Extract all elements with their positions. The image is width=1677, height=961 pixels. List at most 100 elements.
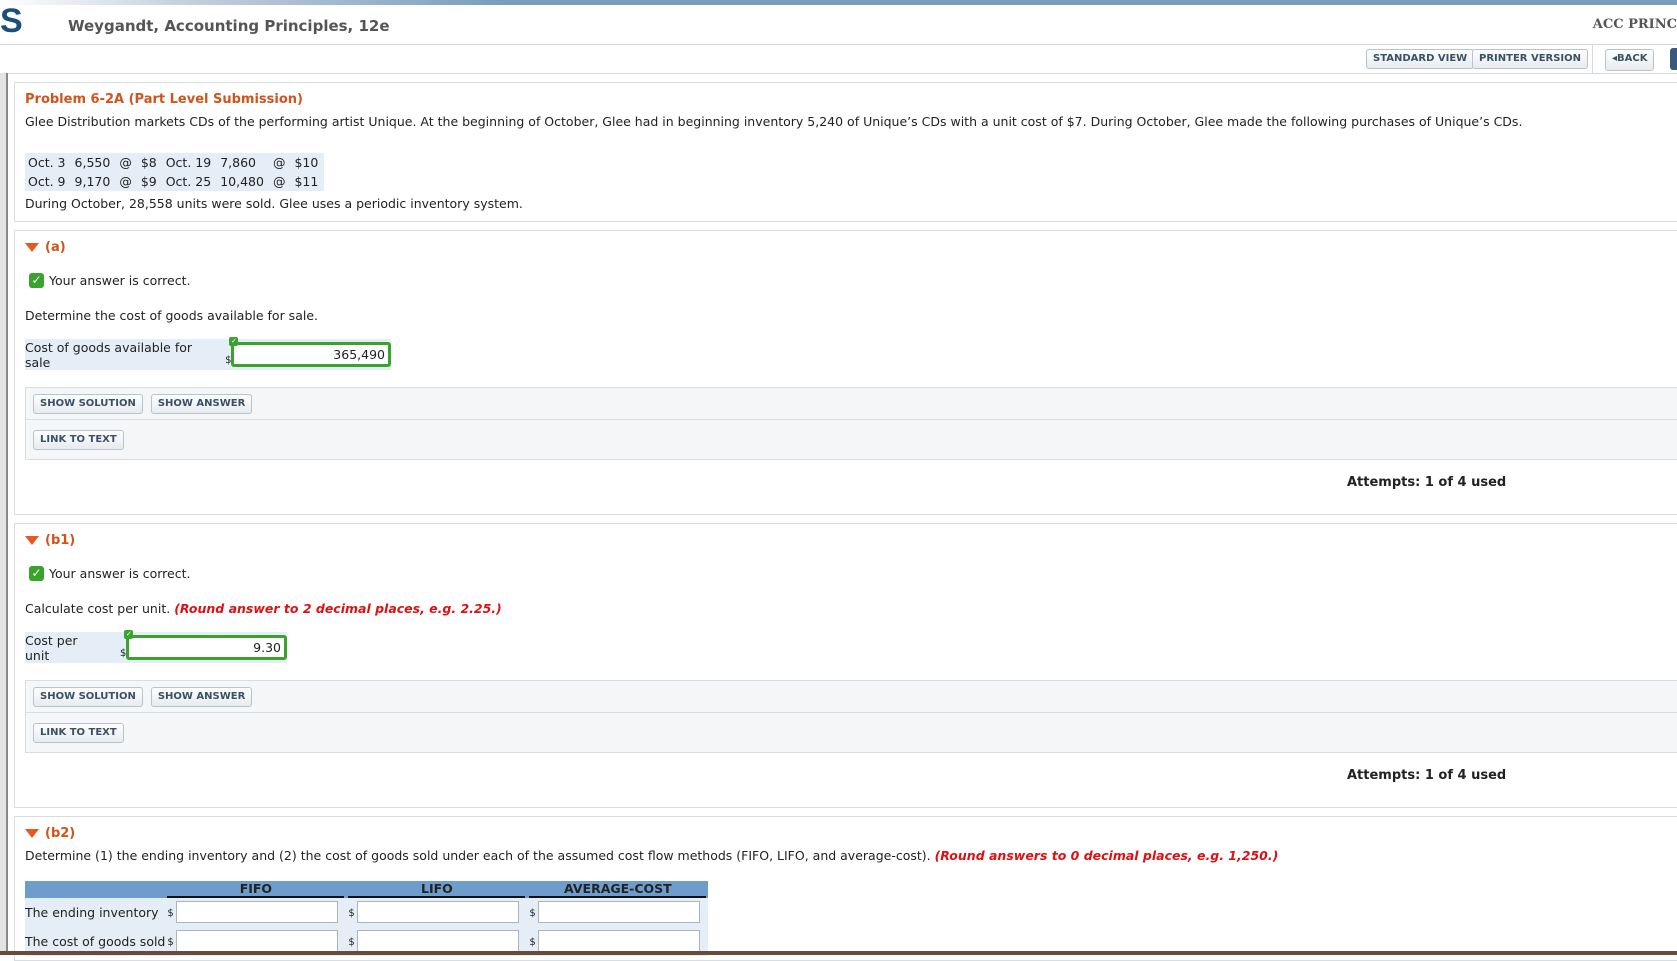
average-cost-ending-inventory-input[interactable] xyxy=(537,900,700,923)
currency-symbol: $ xyxy=(529,936,536,948)
part-a-panel: (a) ✓ Your answer is correct. Determine t… xyxy=(14,230,1677,515)
table-header-row: FIFO LIFO AVERAGE-COST xyxy=(25,881,709,898)
instruction-text: Calculate cost per unit. xyxy=(25,601,171,616)
solution-toolbar: SHOW SOLUTION SHOW ANSWER LINK TO TEXT xyxy=(25,680,1677,753)
divider xyxy=(1592,45,1593,73)
lifo-cogs-input[interactable] xyxy=(356,929,519,952)
part-a-toggle[interactable]: (a) xyxy=(25,240,66,255)
fifo-cogs-input[interactable] xyxy=(175,929,338,952)
show-solution-button[interactable]: SHOW SOLUTION xyxy=(33,686,143,707)
cell: $11 xyxy=(294,174,319,189)
cell: $8 xyxy=(140,155,157,170)
table-row: Oct. 9 9,170 @ $9 Oct. 25 10,480 @ $11 xyxy=(25,172,324,191)
taskbar xyxy=(0,951,1677,955)
cell: Oct. 3 xyxy=(28,155,66,170)
cell: 10,480 xyxy=(220,174,264,189)
check-icon: ✓ xyxy=(29,566,44,581)
cost-flow-table: FIFO LIFO AVERAGE-COST The ending invent… xyxy=(25,881,709,956)
cell: @ xyxy=(119,155,132,170)
currency-symbol: $ xyxy=(348,936,355,948)
column-header: AVERAGE-COST xyxy=(527,881,709,898)
instruction: Calculate cost per unit. (Round answer t… xyxy=(25,601,502,616)
correct-status: ✓ Your answer is correct. xyxy=(29,566,190,581)
rounding-hint: (Round answers to 0 decimal places, e.g.… xyxy=(934,848,1279,863)
cell: $10 xyxy=(294,155,319,170)
next-button[interactable] xyxy=(1670,48,1677,70)
column-label: FIFO xyxy=(167,881,345,898)
sold-text: During October, 28,558 units were sold. … xyxy=(25,196,523,211)
input-value: 365,490 xyxy=(333,347,385,362)
collapse-triangle-icon xyxy=(25,536,39,545)
currency-symbol: $ xyxy=(167,936,174,948)
cell: $ xyxy=(346,898,528,927)
show-answer-button[interactable]: SHOW ANSWER xyxy=(150,686,253,707)
instruction-text: Determine (1) the ending inventory and (… xyxy=(25,848,931,863)
divider xyxy=(0,73,1677,74)
status-text: Your answer is correct. xyxy=(49,566,191,581)
back-button[interactable]: ◂BACK xyxy=(1605,49,1655,71)
part-b2-panel: (b2) Determine (1) the ending inventory … xyxy=(14,816,1677,961)
part-b2-toggle[interactable]: (b2) xyxy=(25,826,75,841)
show-solution-button[interactable]: SHOW SOLUTION xyxy=(33,393,143,414)
left-scroll-edge xyxy=(0,73,8,955)
cell: Oct. 25 xyxy=(165,174,212,189)
part-label: (a) xyxy=(45,240,66,255)
top-accent-bar xyxy=(0,0,1677,5)
standard-view-button[interactable]: STANDARD VIEW xyxy=(1366,49,1475,69)
column-label: AVERAGE-COST xyxy=(529,881,707,898)
collapse-triangle-icon xyxy=(25,243,39,252)
solution-toolbar: SHOW SOLUTION SHOW ANSWER LINK TO TEXT xyxy=(25,387,1677,460)
row-label: The ending inventory xyxy=(25,898,166,927)
cell: @ xyxy=(119,174,132,189)
answer-row: Cost of goods available for sale $ ✓ 365,… xyxy=(25,337,391,370)
cost-of-goods-available-input[interactable]: ✓ 365,490 xyxy=(229,337,391,367)
collapse-triangle-icon xyxy=(25,829,39,838)
cell: @ xyxy=(272,174,286,189)
cell: 7,860 xyxy=(220,155,256,170)
cell: $ xyxy=(165,898,347,927)
part-b1-toggle[interactable]: (b1) xyxy=(25,533,75,548)
check-icon: ✓ xyxy=(229,337,239,346)
part-label: (b2) xyxy=(45,826,76,841)
link-to-text-button[interactable]: LINK TO TEXT xyxy=(33,429,124,450)
printer-version-button[interactable]: PRINTER VERSION xyxy=(1472,49,1589,69)
status-text: Your answer is correct. xyxy=(49,273,191,288)
purchases-table: Oct. 3 6,550 @ $8 Oct. 19 7,860 @ $10 Oct. 9 9,1… xyxy=(25,153,325,191)
currency-symbol: $ xyxy=(529,907,536,919)
header-blank xyxy=(25,881,166,898)
table-row: The ending inventory $ $ $ xyxy=(25,898,709,927)
instruction: Determine the cost of goods available fo… xyxy=(25,308,318,323)
currency-symbol: $ xyxy=(167,907,174,919)
app-title: Weygandt, Accounting Principles, 12e xyxy=(68,17,390,35)
fifo-ending-inventory-input[interactable] xyxy=(175,900,338,923)
average-cost-cogs-input[interactable] xyxy=(537,929,700,952)
lifo-ending-inventory-input[interactable] xyxy=(356,900,519,923)
problem-title: Problem 6-2A (Part Level Submission) xyxy=(25,92,303,107)
field-label: Cost per unit xyxy=(25,632,78,663)
cell: 6,550 xyxy=(74,155,111,170)
column-header: LIFO xyxy=(346,881,528,898)
attempts-count: Attempts: 1 of 4 used xyxy=(1347,475,1507,490)
divider xyxy=(0,44,1677,45)
table-row: Oct. 3 6,550 @ $8 Oct. 19 7,860 @ $10 xyxy=(25,153,324,172)
cost-per-unit-input[interactable]: ✓ 9.30 xyxy=(124,630,287,660)
problem-intro: Glee Distribution markets CDs of the per… xyxy=(25,114,1523,129)
check-icon: ✓ xyxy=(29,273,44,288)
column-label: LIFO xyxy=(348,881,526,898)
instruction: Determine (1) the ending inventory and (… xyxy=(25,848,1278,863)
correct-status: ✓ Your answer is correct. xyxy=(29,273,190,288)
link-to-text-button[interactable]: LINK TO TEXT xyxy=(33,722,124,743)
part-label: (b1) xyxy=(45,533,76,548)
show-answer-button[interactable]: SHOW ANSWER xyxy=(150,393,253,414)
currency-symbol: $ xyxy=(348,907,355,919)
rounding-hint: (Round answer to 2 decimal places, e.g. … xyxy=(174,601,502,616)
course-title: ACC PRINC xyxy=(1592,17,1677,32)
input-value: 9.30 xyxy=(253,640,281,655)
cell: 9,170 xyxy=(74,174,111,189)
cell: $ xyxy=(527,898,709,927)
cell: $9 xyxy=(140,174,157,189)
column-header: FIFO xyxy=(165,881,347,898)
attempts-count: Attempts: 1 of 4 used xyxy=(1347,768,1507,783)
field-label: Cost of goods available for sale xyxy=(25,339,193,370)
cell: Oct. 9 xyxy=(28,174,66,189)
